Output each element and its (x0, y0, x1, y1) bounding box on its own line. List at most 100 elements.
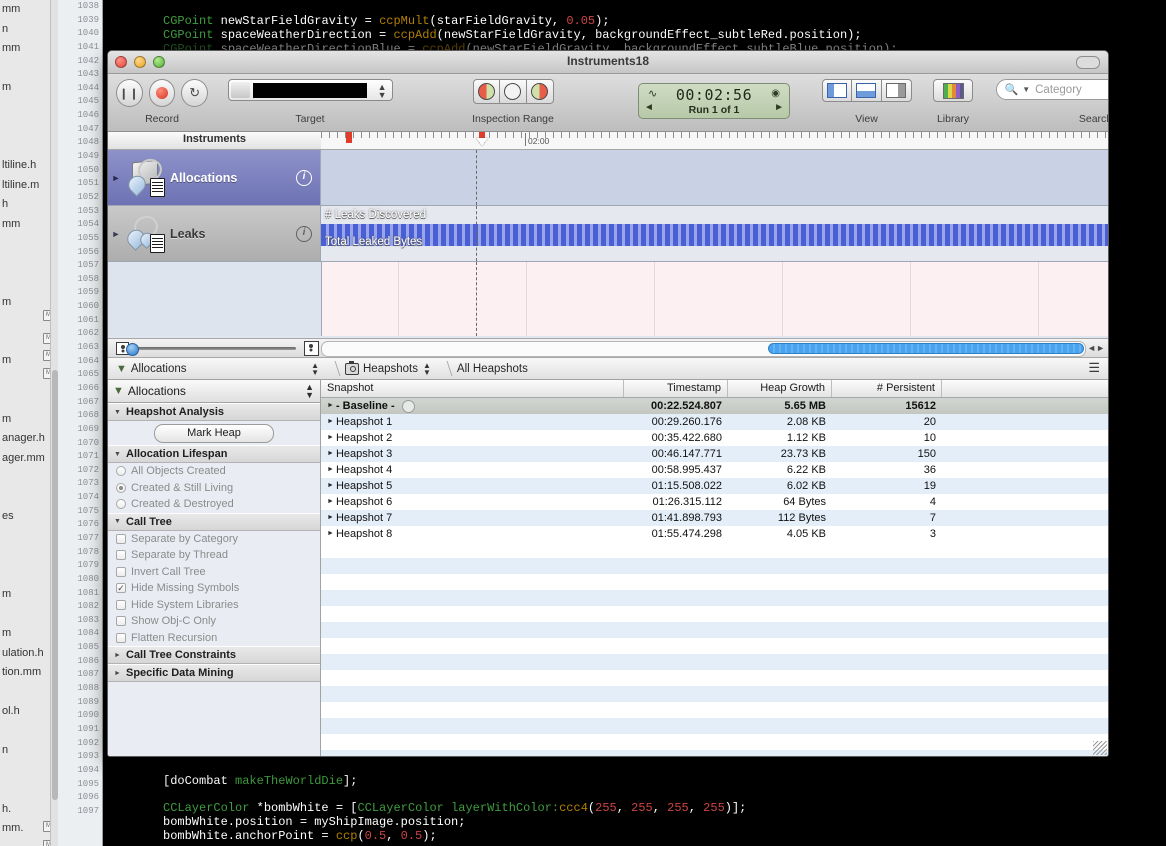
disclosure-triangle-icon[interactable]: ► (108, 229, 124, 239)
inspection-range-full-icon[interactable] (499, 79, 527, 104)
column-header-persistent[interactable]: # Persistent (832, 380, 942, 397)
range-start-pin[interactable] (346, 132, 352, 143)
line-number: 1089 (77, 696, 99, 707)
line-number: 1092 (77, 737, 99, 748)
baseline-marker-icon[interactable] (401, 399, 415, 413)
line-number: 1053 (77, 205, 99, 216)
table-row[interactable]: ► Heapshot 6 01:26.315.112 64 Bytes 4 (321, 494, 1108, 510)
mark-heap-button[interactable]: Mark Heap (154, 423, 274, 443)
chevron-updown-icon[interactable]: ▲ ▼ (311, 361, 319, 376)
record-button[interactable] (148, 79, 176, 107)
column-header-heap-growth[interactable]: Heap Growth (728, 380, 832, 397)
radio-all-objects-created[interactable]: All Objects Created (108, 463, 320, 480)
checkbox-separate-by-category[interactable]: Separate by Category (108, 531, 320, 548)
playhead-marker[interactable] (476, 138, 488, 146)
radio-created-destroyed[interactable]: Created & Destroyed (108, 496, 320, 513)
view-detail-right-icon[interactable] (881, 79, 912, 102)
target-popup-button[interactable]: ▲ ▼ (227, 79, 393, 101)
table-row[interactable]: ► Heapshot 4 00:58.995.437 6.22 KB 36 (321, 462, 1108, 478)
row-disclosure-icon[interactable]: ► (327, 430, 334, 446)
tracks-empty-area[interactable] (108, 262, 1108, 336)
scroll-left-arrow-icon[interactable]: ◄ (1087, 343, 1096, 353)
track-allocations[interactable]: ► Allocations i (108, 150, 1108, 206)
track-header-allocations[interactable]: ► Allocations i (108, 150, 321, 205)
timeline-hscrollbar-thumb[interactable] (768, 343, 1084, 354)
chevron-updown-icon[interactable]: ▲ ▼ (305, 383, 314, 400)
table-row[interactable]: ► Heapshot 1 00:29.260.176 2.08 KB 20 (321, 414, 1108, 430)
zoom-in-icon[interactable] (304, 341, 319, 356)
table-row[interactable]: ► Heapshot 2 00:35.422.680 1.12 KB 10 (321, 430, 1108, 446)
track-graph-allocations[interactable] (321, 150, 1108, 205)
inspector-header[interactable]: ▼ Allocations ▲ ▼ (108, 380, 320, 403)
checkbox-hide-missing-symbols[interactable]: ✓ Hide Missing Symbols (108, 580, 320, 597)
table-body[interactable]: ► - Baseline -00:22.524.807 5.65 MB 15612 ► H… (321, 398, 1108, 542)
radio-created-still-living[interactable]: Created & Still Living (108, 480, 320, 497)
view-detail-left-icon[interactable] (821, 79, 852, 102)
cell-snapshot: ► Heapshot 2 (321, 430, 624, 446)
checkbox-invert-call-tree[interactable]: Invert Call Tree (108, 564, 320, 581)
library-button[interactable] (933, 79, 973, 102)
line-number: 1038 (77, 1, 99, 11)
line-number: 1044 (77, 82, 99, 93)
inspection-range-start-icon[interactable] (472, 79, 500, 104)
track-leaks[interactable]: ► Leaks i # Leaks Discovered Total Leake… (108, 206, 1108, 262)
window-titlebar[interactable]: Instruments18 (108, 51, 1108, 74)
zoom-slider-track[interactable] (136, 347, 296, 350)
window-resize-handle[interactable] (1093, 741, 1107, 755)
table-row[interactable]: ► - Baseline - 00:22.524.807 5.65 MB 15612 (321, 398, 1108, 414)
row-disclosure-icon[interactable]: ► (327, 478, 334, 494)
checkbox-flatten-recursion[interactable]: Flatten Recursion (108, 630, 320, 647)
info-button[interactable]: i (296, 225, 312, 242)
pause-button[interactable]: ❙❙ (116, 79, 143, 107)
section-call-tree[interactable]: ▼ Call Tree (108, 512, 320, 531)
track-header-leaks[interactable]: ► Leaks i (108, 206, 321, 261)
breadcrumb-mode[interactable]: Heapshots ▲ ▼ (337, 358, 439, 379)
row-disclosure-icon[interactable]: ► (327, 494, 334, 510)
section-heapshot-analysis[interactable]: ▼ Heapshot Analysis (108, 403, 320, 421)
run-label: Run 1 of 1 (688, 104, 740, 116)
search-field[interactable]: 🔍 ▼ Category (995, 79, 1108, 100)
section-call-tree-constraints[interactable]: ► Call Tree Constraints (108, 646, 320, 664)
disclosure-triangle-icon[interactable]: ► (108, 173, 124, 183)
chevron-down-icon[interactable]: ▼ (1022, 85, 1030, 94)
column-header-timestamp[interactable]: Timestamp (624, 380, 728, 397)
toolbar-toggle-button[interactable] (1076, 56, 1100, 69)
checkbox-show-objc-only[interactable]: Show Obj-C Only (108, 613, 320, 630)
table-row[interactable]: ► Heapshot 8 01:55.474.298 4.05 KB 3 (321, 526, 1108, 542)
breadcrumb-instrument[interactable]: ▼ Allocations ▲ ▼ (108, 358, 327, 379)
row-disclosure-icon[interactable]: ► (327, 446, 334, 462)
option-label: Separate by Category (131, 532, 239, 545)
table-row[interactable]: ► Heapshot 5 01:15.508.022 6.02 KB 19 (321, 478, 1108, 494)
view-detail-bottom-icon[interactable] (851, 79, 882, 102)
next-run-button[interactable]: ► (774, 102, 784, 113)
timeline-ruler[interactable]: 02:00 (321, 132, 1108, 149)
row-disclosure-icon[interactable]: ► (327, 414, 334, 430)
option-label: Hide System Libraries (131, 598, 239, 611)
checkbox-hide-system-libraries[interactable]: Hide System Libraries (108, 597, 320, 614)
info-button[interactable]: i (296, 169, 312, 186)
timer-clock-icon[interactable]: ◉ (771, 88, 780, 99)
timeline-hscrollbar[interactable] (321, 341, 1086, 357)
zoom-slider-knob[interactable] (126, 343, 139, 356)
row-disclosure-icon[interactable]: ► (327, 526, 334, 542)
track-graph-leaks[interactable]: # Leaks Discovered Total Leaked Bytes (321, 206, 1108, 261)
table-row[interactable]: ► Heapshot 3 00:46.147.771 23.73 KB 150 (321, 446, 1108, 462)
loop-button[interactable]: ↻ (181, 79, 209, 107)
section-label: Heapshot Analysis (126, 406, 225, 418)
breadcrumb-scope[interactable]: All Heapshots (449, 358, 536, 379)
instruments-window[interactable]: Instruments18 ❙❙ ↻ Record ▲ ▼ Target Ins… (107, 50, 1109, 757)
row-disclosure-icon[interactable]: ► (327, 510, 334, 526)
scroll-right-arrow-icon[interactable]: ► (1096, 343, 1105, 353)
row-disclosure-icon[interactable]: ► (327, 462, 334, 478)
line-number: 1073 (77, 478, 99, 489)
row-disclosure-icon[interactable]: ► (327, 398, 334, 414)
inspection-range-end-icon[interactable] (526, 79, 554, 104)
chevron-updown-icon[interactable]: ▲ ▼ (423, 361, 431, 376)
checkbox-separate-by-thread[interactable]: Separate by Thread (108, 547, 320, 564)
section-specific-data-mining[interactable]: ► Specific Data Mining (108, 664, 320, 682)
detail-options-menu-icon[interactable]: ☰ (1088, 361, 1100, 374)
run-timer-display[interactable]: ∿ 00:02:56 ◉ ◄ Run 1 of 1 ► (638, 83, 790, 119)
column-header-snapshot[interactable]: Snapshot (321, 380, 624, 397)
table-row[interactable]: ► Heapshot 7 01:41.898.793 112 Bytes 7 (321, 510, 1108, 526)
section-allocation-lifespan[interactable]: ▼ Allocation Lifespan (108, 445, 320, 463)
